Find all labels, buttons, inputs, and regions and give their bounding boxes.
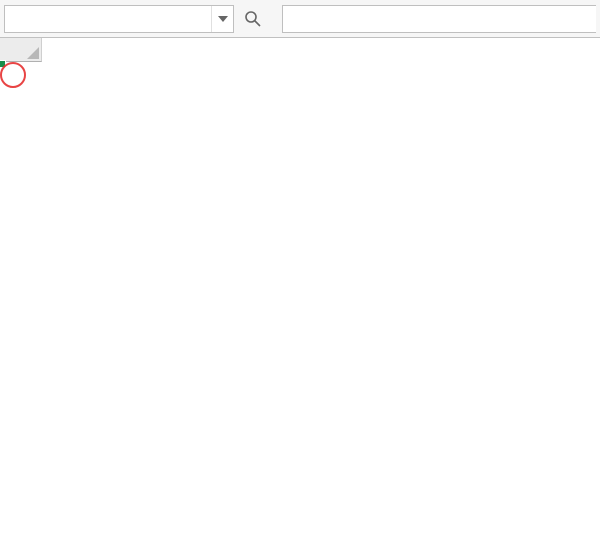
name-box-dropdown[interactable]: [211, 6, 233, 32]
formula-toolbar: [0, 0, 600, 38]
find-icon[interactable]: [240, 6, 266, 32]
fill-handle[interactable]: [0, 60, 6, 68]
select-all-corner[interactable]: [0, 38, 42, 62]
formula-bar[interactable]: [282, 5, 596, 33]
cell-selection: [0, 62, 4, 66]
column-headers: [0, 38, 600, 62]
corner-triangle-icon: [27, 47, 39, 59]
chevron-down-icon: [218, 16, 228, 22]
spreadsheet-grid[interactable]: [0, 38, 600, 62]
name-box-container: [4, 5, 234, 33]
